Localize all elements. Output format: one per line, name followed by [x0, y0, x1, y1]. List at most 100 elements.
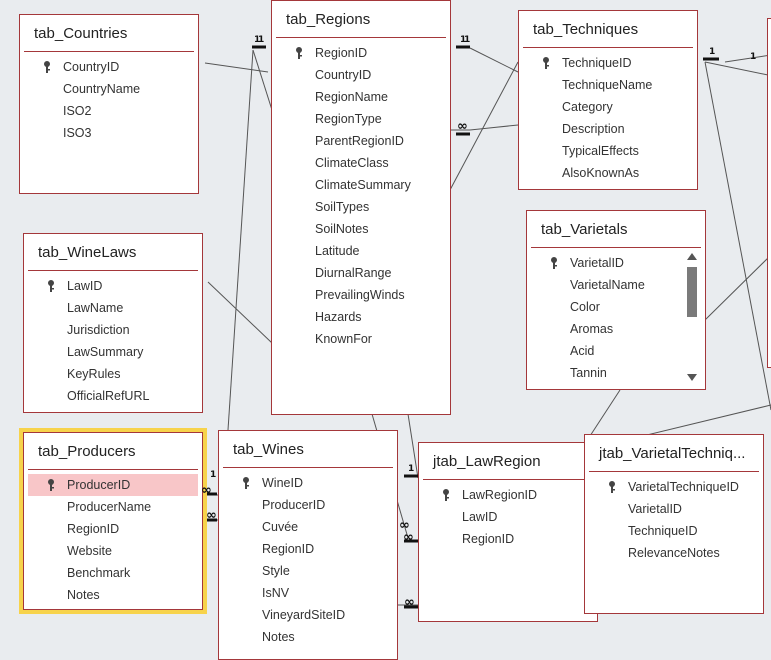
table-title[interactable]: tab_Wines — [219, 431, 397, 467]
field-row[interactable]: Acid — [527, 340, 705, 362]
field-row[interactable]: TechniqueName — [519, 74, 697, 96]
field-row[interactable]: CountryID — [20, 56, 198, 78]
table-regions[interactable]: tab_Regions RegionID CountryID RegionNam… — [271, 0, 451, 415]
divider — [276, 37, 446, 38]
field-row[interactable]: SoilNotes — [272, 218, 450, 240]
field-row[interactable]: RelevanceNotes — [585, 542, 763, 564]
field-row[interactable]: Notes — [219, 626, 397, 648]
field-row[interactable]: LawID — [24, 275, 202, 297]
field-name: Category — [562, 100, 613, 114]
field-name: Notes — [67, 588, 100, 602]
divider — [423, 479, 593, 480]
field-row[interactable]: Website — [24, 540, 202, 562]
field-row[interactable]: LawName — [24, 297, 202, 319]
field-row[interactable]: LawID — [419, 506, 597, 528]
field-row[interactable]: RegionID — [419, 528, 597, 550]
table-title[interactable]: tab_WineLaws — [24, 234, 202, 270]
field-row[interactable]: Style — [219, 560, 397, 582]
table-techniques[interactable]: tab_Techniques TechniqueID TechniqueName… — [518, 10, 698, 190]
field-row[interactable]: VarietalTechniqueID — [585, 476, 763, 498]
field-row[interactable]: TypicalEffects — [519, 140, 697, 162]
primary-key-icon — [47, 479, 55, 491]
field-name: LawName — [67, 301, 124, 315]
field-row[interactable]: Notes — [24, 584, 202, 606]
field-row[interactable]: Latitude — [272, 240, 450, 262]
field-row[interactable]: ClimateClass — [272, 152, 450, 174]
table-offscreen-partial[interactable] — [767, 18, 771, 368]
table-title[interactable]: jtab_VarietalTechniq... — [585, 435, 763, 471]
table-title[interactable]: jtab_LawRegion — [419, 443, 597, 479]
divider — [523, 47, 693, 48]
field-row[interactable]: ClimateSummary — [272, 174, 450, 196]
field-row[interactable]: ISO2 — [20, 100, 198, 122]
field-row[interactable]: CountryName — [20, 78, 198, 100]
table-winelaws[interactable]: tab_WineLaws LawID LawName Jurisdiction … — [23, 233, 203, 413]
field-row[interactable]: IsNV — [219, 582, 397, 604]
field-name: VarietalID — [628, 502, 682, 516]
field-row[interactable]: ProducerID — [219, 494, 397, 516]
field-row[interactable]: VarietalID — [527, 252, 705, 274]
table-wines[interactable]: tab_Wines WineID ProducerID Cuvée Region… — [218, 430, 398, 660]
field-row[interactable]: DiurnalRange — [272, 262, 450, 284]
table-title[interactable]: tab_Regions — [272, 1, 450, 37]
field-row[interactable]: TechniqueID — [585, 520, 763, 542]
field-row[interactable]: CountryID — [272, 64, 450, 86]
field-row[interactable]: WineID — [219, 472, 397, 494]
field-name: CountryID — [63, 60, 120, 74]
table-title[interactable]: tab_Producers — [24, 433, 202, 469]
field-row[interactable]: VarietalName — [527, 274, 705, 296]
field-row[interactable]: RegionID — [24, 518, 202, 540]
field-name: LawRegionID — [462, 488, 538, 502]
field-row[interactable]: ParentRegionID — [272, 130, 450, 152]
field-row[interactable]: OfficialRefURL — [24, 385, 202, 407]
field-row[interactable]: Category — [519, 96, 697, 118]
field-row[interactable]: RegionName — [272, 86, 450, 108]
field-name: Tannin — [570, 366, 607, 380]
table-lawregion[interactable]: jtab_LawRegion LawRegionID LawID RegionI… — [418, 442, 598, 622]
scroll-down-arrow-icon[interactable] — [687, 374, 697, 381]
field-row[interactable]: ProducerName — [24, 496, 202, 518]
table-varietals[interactable]: tab_Varietals VarietalID VarietalName Co… — [526, 210, 706, 390]
one-marker: 1 — [408, 464, 415, 474]
field-row[interactable]: SoilTypes — [272, 196, 450, 218]
field-name: ParentRegionID — [315, 134, 404, 148]
field-row[interactable]: Cuvée — [219, 516, 397, 538]
field-row[interactable]: VarietalID — [585, 498, 763, 520]
field-row[interactable]: Hazards — [272, 306, 450, 328]
field-row[interactable]: ISO3 — [20, 122, 198, 144]
field-row[interactable]: LawSummary — [24, 341, 202, 363]
primary-key-icon — [550, 257, 558, 269]
table-title[interactable]: tab_Varietals — [527, 211, 705, 247]
table-countries[interactable]: tab_Countries CountryID CountryName ISO2… — [19, 14, 199, 194]
field-row[interactable]: LawRegionID — [419, 484, 597, 506]
scroll-thumb[interactable] — [687, 267, 697, 317]
field-row[interactable]: Aromas — [527, 318, 705, 340]
field-row[interactable]: RegionType — [272, 108, 450, 130]
field-row[interactable]: KeyRules — [24, 363, 202, 385]
field-list-scrollbar[interactable] — [685, 251, 699, 383]
field-name: TechniqueID — [562, 56, 632, 70]
table-varietaltechnique[interactable]: jtab_VarietalTechniq... VarietalTechniqu… — [584, 434, 764, 614]
scroll-up-arrow-icon[interactable] — [687, 253, 697, 260]
field-row[interactable]: Color — [527, 296, 705, 318]
field-name: RegionType — [315, 112, 382, 126]
field-row-selected[interactable]: ProducerID — [28, 474, 198, 496]
field-row[interactable]: KnownFor — [272, 328, 450, 350]
table-title[interactable]: tab_Techniques — [519, 11, 697, 47]
field-row[interactable]: AlsoKnownAs — [519, 162, 697, 184]
field-row[interactable]: Jurisdiction — [24, 319, 202, 341]
field-row[interactable]: Benchmark — [24, 562, 202, 584]
field-row[interactable]: Tannin — [527, 362, 705, 384]
field-row[interactable]: PrevailingWinds — [272, 284, 450, 306]
field-name: OfficialRefURL — [67, 389, 150, 403]
field-row[interactable]: VineyardSiteID — [219, 604, 397, 626]
field-row[interactable]: RegionID — [272, 42, 450, 64]
field-row[interactable]: TechniqueID — [519, 52, 697, 74]
divider — [589, 471, 759, 472]
primary-key-icon — [242, 477, 250, 489]
table-producers[interactable]: tab_Producers ProducerID ProducerName Re… — [23, 432, 203, 610]
field-row[interactable]: RegionID — [219, 538, 397, 560]
field-row[interactable]: Description — [519, 118, 697, 140]
table-title[interactable]: tab_Countries — [20, 15, 198, 51]
field-name: Style — [262, 564, 290, 578]
